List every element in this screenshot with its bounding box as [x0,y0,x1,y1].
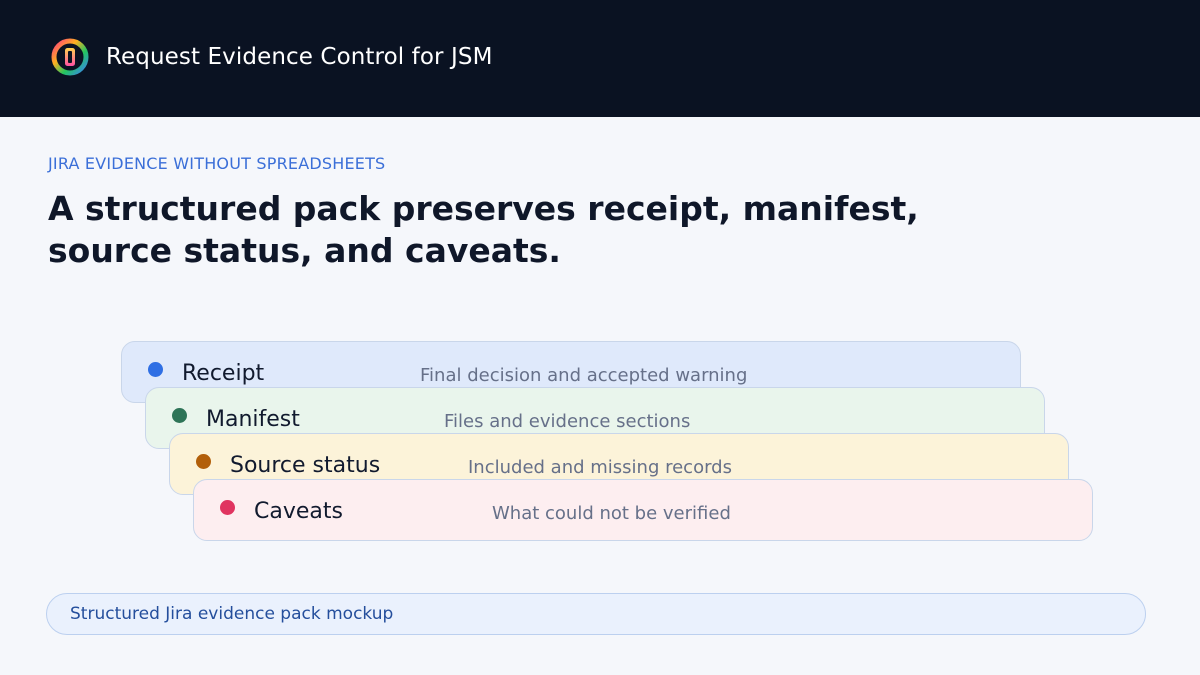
layer-label: Source status [230,453,381,478]
layer-description: Files and evidence sections [444,411,691,432]
section-eyebrow: JIRA EVIDENCE WITHOUT SPREADSHEETS [48,154,386,173]
caption-pill: Structured Jira evidence pack mockup [46,593,1146,635]
layer-description: Final decision and accepted warning [420,365,748,386]
layer-label: Caveats [254,499,343,524]
caption-text: Structured Jira evidence pack mockup [70,604,394,624]
top-bar: Request Evidence Control for JSM [0,0,1200,117]
app-title: Request Evidence Control for JSM [106,44,493,70]
layer-description: What could not be verified [492,503,731,524]
caveats-dot-icon [220,500,235,515]
source-status-dot-icon [196,454,211,469]
layer-caveats: Caveats What could not be verified [193,479,1093,541]
page-headline: A structured pack preserves receipt, man… [48,189,919,270]
layer-description: Included and missing records [468,457,732,478]
manifest-dot-icon [172,408,187,423]
layer-label: Receipt [182,361,265,386]
receipt-dot-icon [148,362,163,377]
layer-label: Manifest [206,407,300,432]
app-logo-icon [51,38,89,76]
